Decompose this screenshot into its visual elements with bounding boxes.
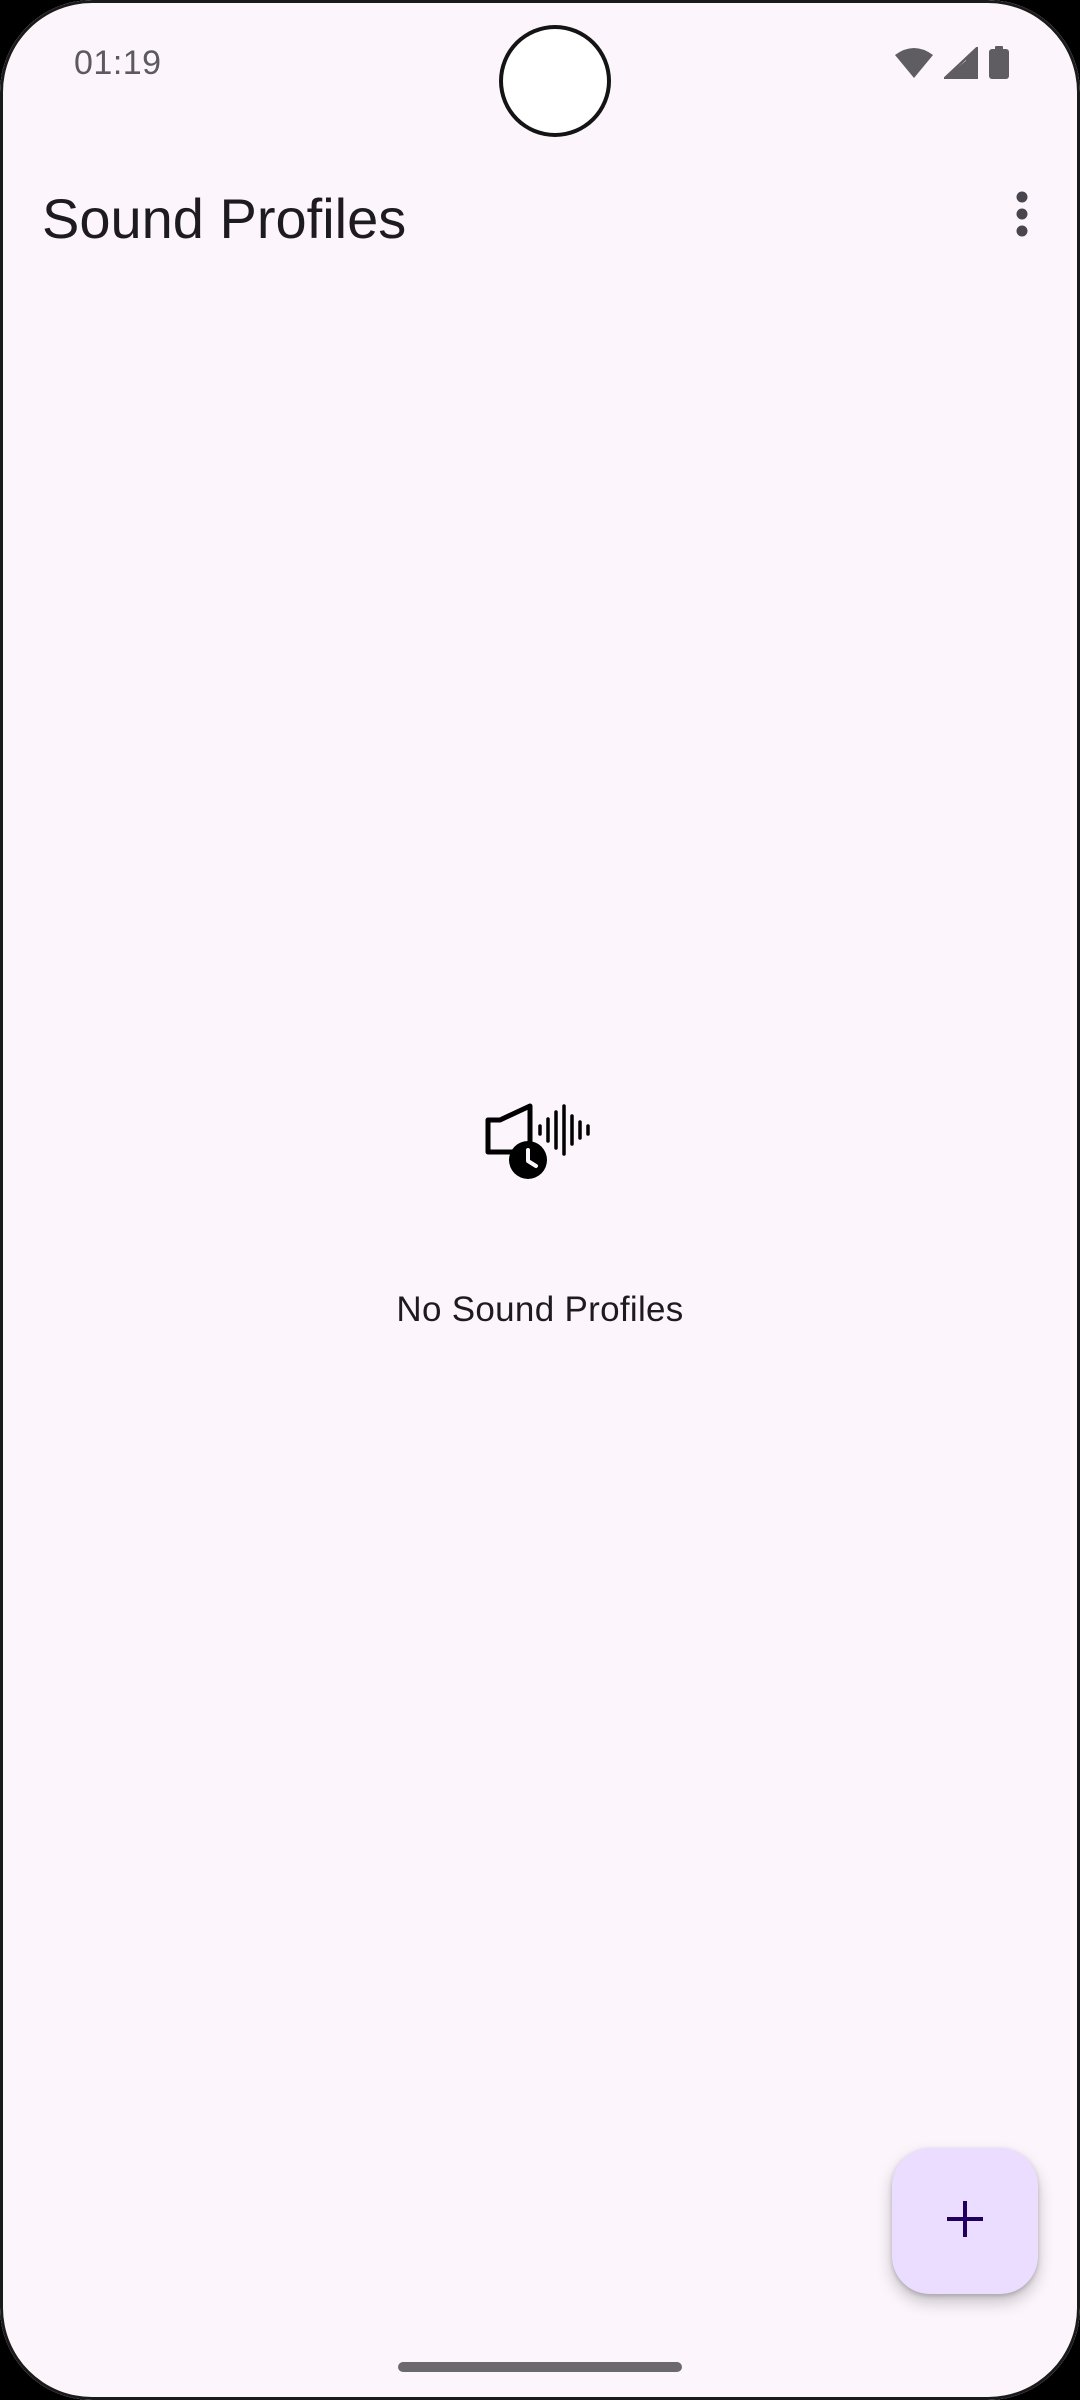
- empty-state-message: No Sound Profiles: [396, 1290, 684, 1329]
- camera-cutout: [503, 29, 607, 133]
- speaker-clock-waveform-icon: [482, 1100, 598, 1184]
- status-time: 01:19: [74, 44, 162, 82]
- page-title: Sound Profiles: [42, 187, 407, 250]
- more-vert-icon: [1015, 190, 1029, 243]
- battery-icon: [988, 46, 1010, 80]
- device-frame: [0, 0, 1080, 2400]
- more-options-button[interactable]: [992, 180, 1052, 252]
- status-icons: [894, 46, 1010, 80]
- wifi-icon: [894, 47, 934, 79]
- add-profile-button[interactable]: [892, 2148, 1038, 2294]
- cellular-signal-icon: [944, 47, 978, 79]
- gesture-navigation-bar[interactable]: [398, 2362, 682, 2372]
- plus-icon: [945, 2199, 985, 2244]
- app-screen: 01:19 Sound Profiles No Sound Profiles: [0, 0, 1080, 2400]
